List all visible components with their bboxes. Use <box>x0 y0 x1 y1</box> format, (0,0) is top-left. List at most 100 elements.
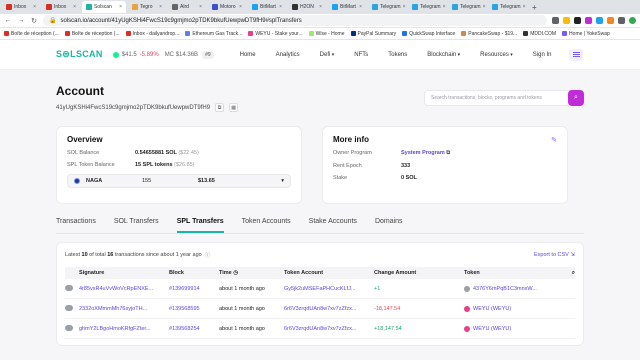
extension-icon[interactable] <box>596 17 603 24</box>
solscan-logo[interactable]: S⊜LSCAN <box>56 49 103 60</box>
new-tab-icon[interactable]: + <box>532 3 537 12</box>
browser-tab[interactable]: Telegram × <box>368 1 406 13</box>
stake-value: 0 SOL <box>401 175 417 181</box>
avatar[interactable] <box>629 17 636 24</box>
block-link[interactable]: #139568595 <box>169 306 219 312</box>
close-icon[interactable]: × <box>359 4 362 10</box>
reload-icon[interactable]: ↻ <box>30 17 38 25</box>
extension-icon[interactable] <box>585 17 592 24</box>
token-link[interactable]: 4376Y6mPqB1C3mnxW... <box>473 286 537 292</box>
close-icon[interactable]: × <box>403 4 406 10</box>
token-dropdown[interactable]: NAGA 155 $13.65 ▾ <box>67 174 291 188</box>
block-link[interactable]: #139568254 <box>169 326 219 332</box>
bookmark-item[interactable]: WEYU - Stake your... <box>248 31 303 37</box>
browser-tab[interactable]: Telegram × <box>448 1 486 13</box>
clock-icon[interactable]: ◷ <box>233 270 238 276</box>
close-icon[interactable]: × <box>279 4 282 10</box>
close-icon[interactable]: × <box>319 4 322 10</box>
close-icon[interactable]: × <box>239 4 242 10</box>
browser-tab[interactable]: Telegram × <box>488 1 526 13</box>
copy-icon[interactable]: ⧉ <box>215 103 225 112</box>
metamask-icon[interactable] <box>607 17 614 24</box>
filter-search-icon[interactable]: ⌕ <box>572 270 575 277</box>
close-icon[interactable]: × <box>119 4 122 10</box>
token-link[interactable]: WEYU (WEYU) <box>473 326 511 332</box>
copy-icon[interactable]: ⧉ <box>446 150 450 156</box>
browser-tab[interactable]: BitMart × <box>328 1 366 13</box>
forward-icon[interactable]: → <box>17 17 25 24</box>
eye-icon[interactable] <box>65 304 73 311</box>
extension-icon[interactable] <box>574 17 581 24</box>
bookmark-item[interactable]: MDDI.COM <box>523 31 556 37</box>
browser-tab[interactable]: Inbox × <box>2 1 40 13</box>
bookmark-item[interactable]: Boîte de réception (... <box>4 31 59 37</box>
bookmark-star-icon[interactable] <box>563 17 570 24</box>
close-icon[interactable]: × <box>33 4 36 10</box>
nav-item[interactable]: Blockchain <box>427 52 460 58</box>
nav-item[interactable]: Sign In <box>533 52 552 58</box>
lock-icon: 🔒 <box>49 18 57 24</box>
nav-item[interactable]: Tokens <box>388 52 407 58</box>
token-account-link[interactable]: Gy5jk2uMSEFaPHCucKLfJ... <box>284 286 374 292</box>
eye-icon[interactable] <box>65 284 73 291</box>
bookmark-item[interactable]: PancakeSwap - $19... <box>461 31 517 37</box>
bookmark-item[interactable]: QuickSwap Interface <box>402 31 455 37</box>
tab-domains[interactable]: Domains <box>375 218 403 233</box>
bookmark-item[interactable]: Boîte de réception (... <box>64 31 120 37</box>
bookmark-item[interactable]: PayPal Summary <box>350 31 396 37</box>
bookmark-item[interactable]: Wise - Home <box>308 31 345 37</box>
qr-code-icon[interactable]: ▦ <box>229 103 239 112</box>
tab-transactions[interactable]: Transactions <box>56 218 96 233</box>
search-input[interactable]: Search transactions, blocks, programs an… <box>424 90 584 106</box>
browser-tab[interactable]: Motoro × <box>208 1 246 13</box>
nav-item[interactable]: Resources <box>480 52 513 58</box>
nav-item[interactable]: NFTs <box>354 52 368 58</box>
signature-link[interactable]: ghmY2LBgoHmoKRfgFZter... <box>79 326 169 332</box>
signature-link[interactable]: 2332oXMmmMh76syjoTH... <box>79 306 169 312</box>
bookmark-favicon-icon <box>308 31 314 36</box>
bookmark-item[interactable]: Ethereum Gas Track... <box>185 31 242 37</box>
browser-tab[interactable]: Inbox × <box>42 1 80 13</box>
block-link[interactable]: #139699914 <box>169 286 219 292</box>
eye-icon[interactable] <box>65 324 73 331</box>
export-csv-link[interactable]: Export to CSV ⇲ <box>534 252 575 258</box>
browser-tab[interactable]: BitMart × <box>248 1 286 13</box>
tab-sol-transfers[interactable]: SOL Transfers <box>114 218 159 233</box>
tab-token-accounts[interactable]: Token Accounts <box>242 218 291 233</box>
menu-icon[interactable] <box>569 48 584 61</box>
close-icon[interactable]: × <box>523 4 526 10</box>
signature-link[interactable]: 4r85vxR4uVvWoVcRpENXE... <box>79 286 169 292</box>
tab-stake-accounts[interactable]: Stake Accounts <box>309 218 357 233</box>
close-icon[interactable]: × <box>483 4 486 10</box>
market-cap: MC $14.36B <box>165 52 198 58</box>
share-icon[interactable] <box>552 17 559 24</box>
owner-program-link[interactable]: System Program ⧉ <box>401 150 450 157</box>
info-icon[interactable]: ⓘ <box>205 251 211 259</box>
token-account-link[interactable]: 6r6V3zrqdUAn8w7xv7zZfzx... <box>284 306 374 312</box>
browser-tab[interactable]: H2ON × <box>288 1 326 13</box>
bookmark-label: PancakeSwap - $19... <box>468 30 518 37</box>
back-icon[interactable]: ← <box>4 17 12 24</box>
browser-tab-label: Alrd <box>180 4 189 10</box>
browser-tab[interactable]: Alrd × <box>168 1 206 13</box>
nav-item[interactable]: Defi <box>320 52 335 58</box>
close-icon[interactable]: × <box>73 4 76 10</box>
nav-item[interactable]: Analytics <box>276 52 300 58</box>
puzzle-icon[interactable] <box>618 17 625 24</box>
browser-tab[interactable]: Telegram × <box>408 1 446 13</box>
search-icon[interactable]: ⌕ <box>568 90 584 106</box>
nav-item[interactable]: Home <box>240 52 256 58</box>
bookmark-item[interactable]: Inbox - dailyandrop... <box>125 31 179 37</box>
token-cell: WEYU (WEYU) <box>464 305 575 312</box>
edit-icon[interactable]: ✎ <box>551 136 557 144</box>
close-icon[interactable]: × <box>199 4 202 10</box>
token-account-link[interactable]: 6r6V3zrqdUAn8w7xv7zZfzx... <box>284 326 374 332</box>
browser-tab[interactable]: Solscan × <box>82 1 126 13</box>
close-icon[interactable]: × <box>443 4 446 10</box>
address-bar[interactable]: 🔒 solscan.io/account/41yUgKSHi4FwcS19c9g… <box>43 15 547 26</box>
bookmark-item[interactable]: Home | YokeSwap <box>562 31 610 37</box>
close-icon[interactable]: × <box>159 4 162 10</box>
tab-spl-transfers[interactable]: SPL Transfers <box>176 218 224 233</box>
browser-tab[interactable]: Tegro × <box>128 1 166 13</box>
token-link[interactable]: WEYU (WEYU) <box>473 306 511 312</box>
